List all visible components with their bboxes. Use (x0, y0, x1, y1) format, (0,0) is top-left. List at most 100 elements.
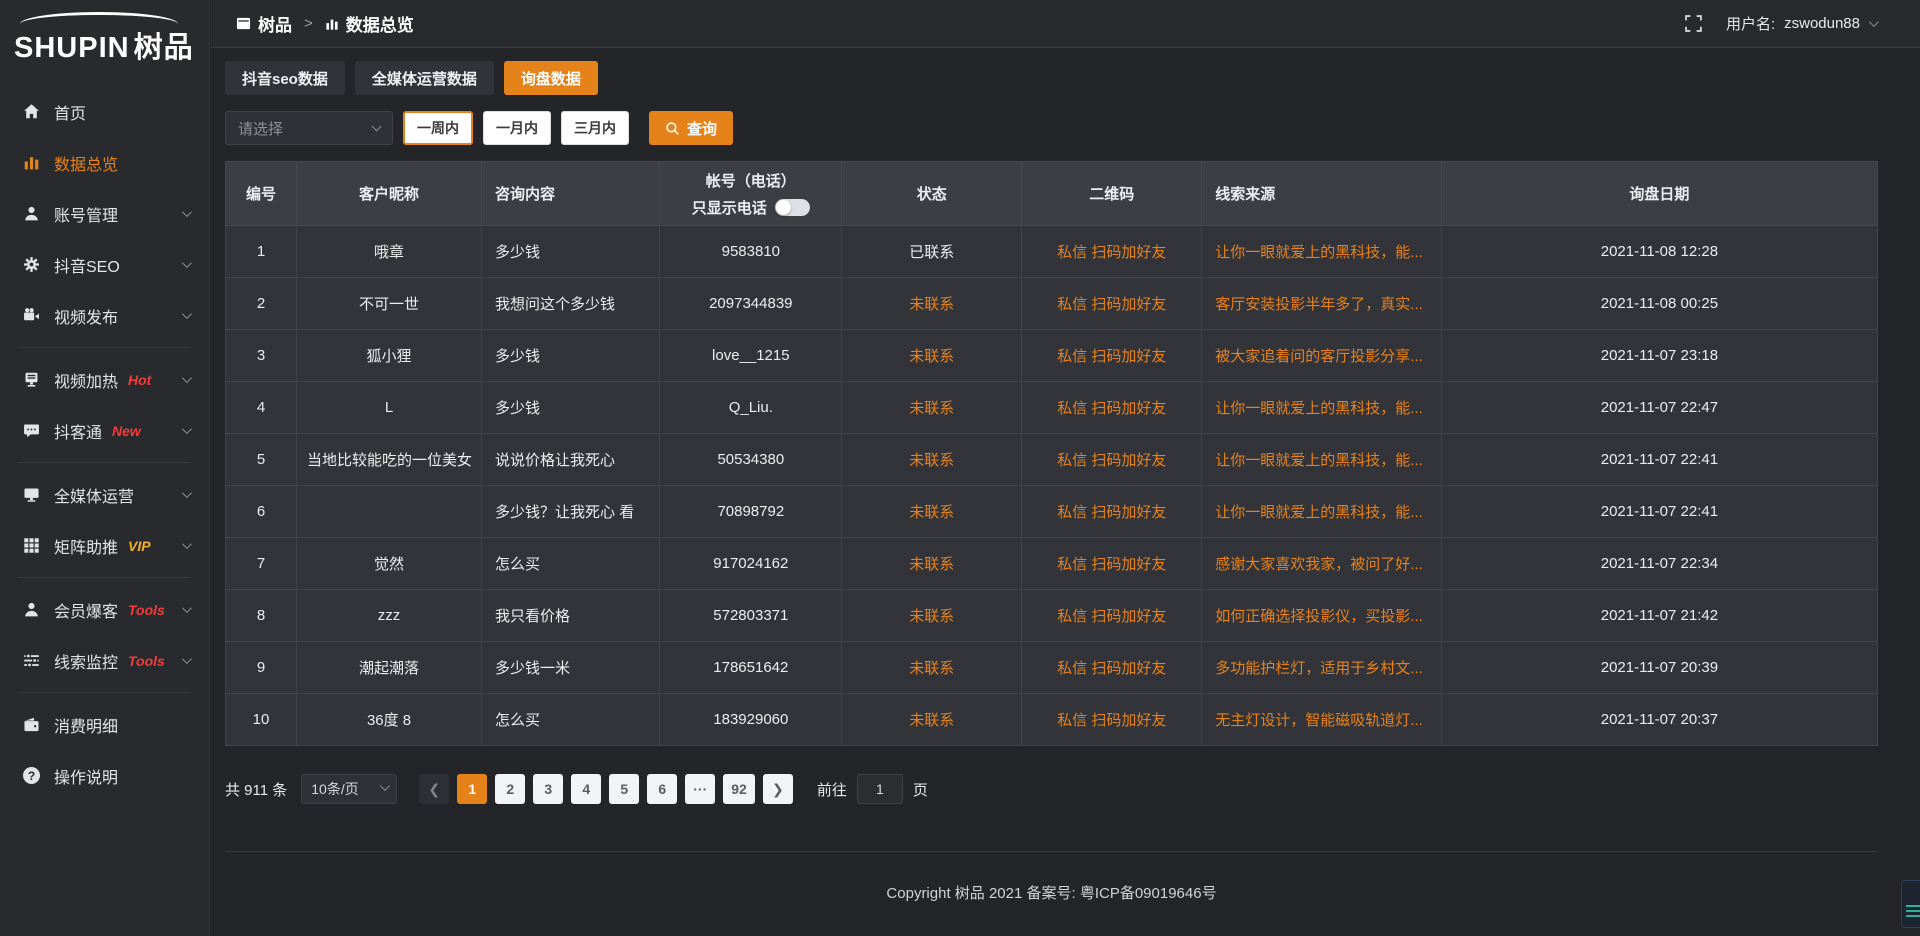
page-button-92[interactable]: 92 (723, 774, 755, 804)
table-row: 9 潮起潮落 多少钱一米 178651642 未联系 私信 扫码加好友 多功能护… (226, 642, 1878, 694)
sidebar-item-data-overview[interactable]: 数据总览 (0, 137, 209, 188)
cell-content: 怎么买 (482, 694, 660, 746)
qrcode-actions[interactable]: 私信 扫码加好友 (1022, 226, 1202, 278)
prev-page-button[interactable]: ❮ (419, 774, 449, 804)
table-row: 2 不可一世 我想问这个多少钱 2097344839 未联系 私信 扫码加好友 … (226, 278, 1878, 330)
page-button-3[interactable]: 3 (533, 774, 563, 804)
cell-account: 2097344839 (660, 278, 842, 330)
sidebar-item-omnimedia[interactable]: 全媒体运营 (0, 469, 209, 520)
range-quarter-button[interactable]: 三月内 (561, 111, 629, 145)
next-page-button[interactable]: ❯ (763, 774, 793, 804)
qrcode-actions[interactable]: 私信 扫码加好友 (1022, 278, 1202, 330)
cell-content: 多少钱一米 (482, 642, 660, 694)
sidebar-item-douyin-seo[interactable]: 抖音SEO (0, 239, 209, 290)
range-month-button[interactable]: 一月内 (483, 111, 551, 145)
phone-only-toggle[interactable] (775, 199, 810, 216)
monitor-icon (23, 486, 40, 503)
breadcrumb-root[interactable]: 树品 (258, 11, 292, 36)
sidebar-item-help[interactable]: ? 操作说明 (0, 750, 209, 801)
cell-date: 2021-11-07 22:41 (1441, 434, 1877, 486)
cell-no: 3 (226, 330, 297, 382)
qrcode-actions[interactable]: 私信 扫码加好友 (1022, 382, 1202, 434)
sidebar-item-home[interactable]: 首页 (0, 86, 209, 137)
qrcode-actions[interactable]: 私信 扫码加好友 (1022, 330, 1202, 382)
pagination: 共 911 条 10条/页 ❮ 1 2 3 4 5 6 ··· 92 ❯ 前往 … (225, 774, 1878, 804)
sidebar-item-video-heat[interactable]: 视频加热 Hot (0, 354, 209, 405)
cell-source-link[interactable]: 让你一眼就爱上的黑科技，能... (1202, 434, 1442, 486)
table-row: 6 多少钱？让我死心 看 70898792 未联系 私信 扫码加好友 让你一眼就… (226, 486, 1878, 538)
cell-source-link[interactable]: 让你一眼就爱上的黑科技，能... (1202, 226, 1442, 278)
sidebar-item-label: 数据总览 (54, 151, 118, 175)
inquiry-table: 编号 客户昵称 咨询内容 帐号（电话） 只显示电话 状态 二维码 线索来源 询盘… (225, 161, 1878, 746)
grid-icon (23, 537, 40, 554)
goto-page-input[interactable] (857, 774, 903, 804)
sidebar-item-member-bloom[interactable]: 会员爆客 Tools (0, 584, 209, 635)
filter-bar: 请选择 一周内 一月内 三月内 查询 (225, 111, 1878, 145)
cell-source-link[interactable]: 被大家追着问的客厅投影分享... (1202, 330, 1442, 382)
nav-divider (18, 347, 191, 348)
page-size-select[interactable]: 10条/页 (301, 774, 397, 804)
cell-source-link[interactable]: 让你一眼就爱上的黑科技，能... (1202, 382, 1442, 434)
app-window-icon (236, 16, 251, 31)
qrcode-actions[interactable]: 私信 扫码加好友 (1022, 538, 1202, 590)
sidebar-item-consumption[interactable]: 消费明细 (0, 699, 209, 750)
page-ellipsis[interactable]: ··· (685, 774, 715, 804)
qrcode-actions[interactable]: 私信 扫码加好友 (1022, 486, 1202, 538)
cell-nickname: L (297, 382, 482, 434)
sidebar-item-account-mgmt[interactable]: 账号管理 (0, 188, 209, 239)
bar-chart-icon (23, 154, 40, 171)
qrcode-actions[interactable]: 私信 扫码加好友 (1022, 694, 1202, 746)
user-menu[interactable]: 用户名: zswodun88 (1726, 13, 1876, 34)
chevron-down-icon (182, 309, 192, 319)
page-button-6[interactable]: 6 (647, 774, 677, 804)
logo-text-cn: 树品 (134, 32, 194, 64)
sidebar-item-label: 首页 (54, 100, 86, 124)
sidebar-item-label: 线索监控 (54, 649, 118, 673)
qrcode-actions[interactable]: 私信 扫码加好友 (1022, 434, 1202, 486)
chevron-down-icon (182, 539, 192, 549)
tab-omnimedia-data[interactable]: 全媒体运营数据 (355, 61, 494, 95)
cell-content: 说说价格让我死心 (482, 434, 660, 486)
cell-source-link[interactable]: 如何正确选择投影仪，买投影... (1202, 590, 1442, 642)
cell-no: 4 (226, 382, 297, 434)
data-tabs: 抖音seo数据 全媒体运营数据 询盘数据 (225, 61, 1878, 95)
fullscreen-icon[interactable] (1685, 15, 1702, 32)
range-week-button[interactable]: 一周内 (403, 111, 473, 145)
account-select[interactable]: 请选择 (225, 111, 393, 145)
cell-nickname: 哦章 (297, 226, 482, 278)
floating-widget[interactable] (1901, 880, 1920, 928)
cell-source-link[interactable]: 客厅安装投影半年多了，真实... (1202, 278, 1442, 330)
home-icon (23, 103, 40, 120)
search-button[interactable]: 查询 (649, 111, 733, 145)
cell-nickname: 狐小狸 (297, 330, 482, 382)
cell-account: 917024162 (660, 538, 842, 590)
page-button-5[interactable]: 5 (609, 774, 639, 804)
cell-source-link[interactable]: 无主灯设计，智能磁吸轨道灯... (1202, 694, 1442, 746)
cell-source-link[interactable]: 让你一眼就爱上的黑科技，能... (1202, 486, 1442, 538)
chevron-down-icon (182, 258, 192, 268)
tab-inquiry-data[interactable]: 询盘数据 (504, 61, 598, 95)
col-no: 编号 (226, 162, 297, 226)
cell-source-link[interactable]: 感谢大家喜欢我家，被问了好... (1202, 538, 1442, 590)
cell-date: 2021-11-08 00:25 (1441, 278, 1877, 330)
sidebar-item-lead-monitor[interactable]: 线索监控 Tools (0, 635, 209, 686)
tab-douyin-seo-data[interactable]: 抖音seo数据 (225, 61, 345, 95)
sidebar-item-douketong[interactable]: 抖客通 New (0, 405, 209, 456)
sidebar-item-label: 抖客通 (54, 419, 102, 443)
sidebar-item-label: 账号管理 (54, 202, 118, 226)
cell-date: 2021-11-07 22:47 (1441, 382, 1877, 434)
sidebar-item-matrix-boost[interactable]: 矩阵助推 VIP (0, 520, 209, 571)
sidebar: SHUPIN树品 首页 数据总览 账号管理 抖音SEO 视频发布 (0, 0, 210, 936)
page-button-1[interactable]: 1 (457, 774, 487, 804)
qrcode-actions[interactable]: 私信 扫码加好友 (1022, 590, 1202, 642)
status-badge: 已联系 (842, 226, 1022, 278)
page-button-4[interactable]: 4 (571, 774, 601, 804)
cell-source-link[interactable]: 多功能护栏灯，适用于乡村文... (1202, 642, 1442, 694)
cell-date: 2021-11-07 20:39 (1441, 642, 1877, 694)
page-button-2[interactable]: 2 (495, 774, 525, 804)
cell-account: 183929060 (660, 694, 842, 746)
qrcode-actions[interactable]: 私信 扫码加好友 (1022, 642, 1202, 694)
total-count: 共 911 条 (225, 779, 287, 800)
cell-account: love__1215 (660, 330, 842, 382)
sidebar-item-video-publish[interactable]: 视频发布 (0, 290, 209, 341)
